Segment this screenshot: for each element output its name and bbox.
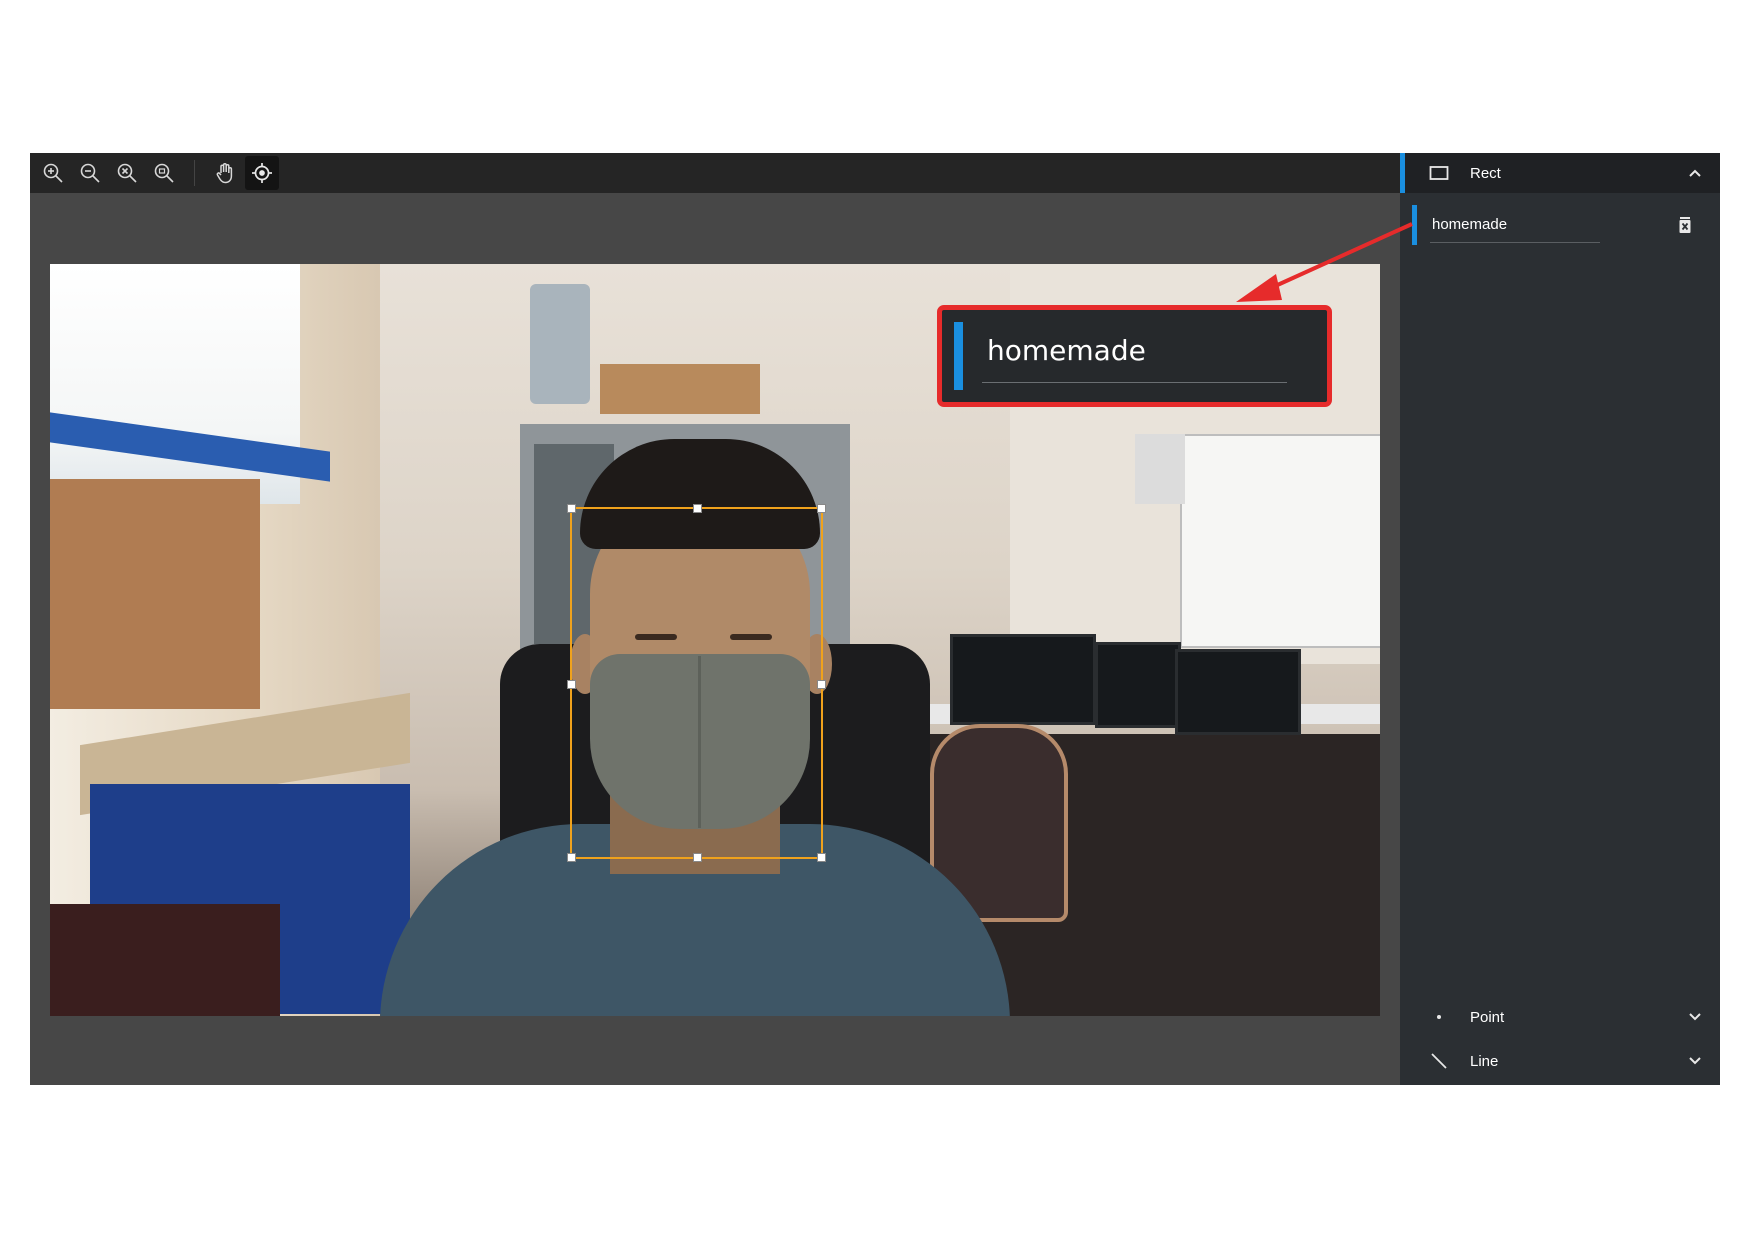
scene-boxes — [600, 364, 760, 414]
crosshair-icon — [252, 163, 272, 183]
delete-icon[interactable] — [1674, 214, 1696, 236]
section-point[interactable]: Point — [1400, 997, 1720, 1037]
zoom-in-button[interactable] — [36, 156, 70, 190]
resize-handle[interactable] — [693, 853, 702, 862]
chevron-down-icon[interactable] — [1686, 1052, 1704, 1070]
scene-tank — [530, 284, 590, 404]
scene-monitor — [1095, 642, 1181, 728]
zoom-out-icon — [80, 163, 100, 183]
chevron-down-icon[interactable] — [1686, 1008, 1704, 1026]
callout-label: homemade — [987, 334, 1146, 367]
scene-monitor — [950, 634, 1096, 725]
chevron-up-icon[interactable] — [1686, 164, 1704, 182]
resize-handle[interactable] — [817, 853, 826, 862]
resize-handle[interactable] — [567, 680, 576, 689]
zoom-fit-icon — [117, 163, 137, 183]
crosshair-button[interactable] — [245, 156, 279, 190]
point-icon — [1428, 1006, 1450, 1028]
rect-section-header[interactable]: Rect — [1400, 153, 1720, 193]
section-label: Line — [1470, 1052, 1499, 1070]
scene-poster — [1135, 434, 1185, 504]
resize-handle[interactable] — [817, 504, 826, 513]
zoom-reset-icon — [154, 163, 174, 183]
label-accent — [1412, 205, 1417, 245]
resize-handle[interactable] — [567, 853, 576, 862]
callout-underline — [982, 382, 1287, 383]
hand-icon — [216, 163, 233, 184]
annotation-app: Rect homemade Point Line — [30, 153, 1720, 1085]
scene-whiteboard — [1180, 434, 1380, 648]
section-label: Rect — [1470, 164, 1501, 182]
zoom-out-button[interactable] — [73, 156, 107, 190]
section-line[interactable]: Line — [1400, 1041, 1720, 1081]
label-item[interactable]: homemade — [1412, 205, 1702, 245]
scene-pegboard — [50, 479, 260, 709]
bounding-box-homemade[interactable] — [567, 504, 826, 862]
zoom-fit-button[interactable] — [110, 156, 144, 190]
zoom-reset-button[interactable] — [147, 156, 181, 190]
label-name[interactable]: homemade — [1432, 216, 1507, 233]
resize-handle[interactable] — [693, 504, 702, 513]
zoom-in-icon — [43, 163, 63, 183]
toolbar — [30, 153, 1400, 193]
label-underline — [1430, 242, 1600, 243]
label-sidebar: Rect homemade Point Line — [1400, 153, 1720, 1085]
pan-button[interactable] — [208, 156, 242, 190]
callout-accent — [954, 322, 963, 390]
section-rect[interactable]: Rect — [1400, 153, 1720, 193]
resize-handle[interactable] — [567, 504, 576, 513]
scene-table — [50, 904, 280, 1016]
zoomed-label-callout: homemade — [937, 305, 1332, 407]
line-icon — [1428, 1050, 1450, 1072]
section-label: Point — [1470, 1008, 1505, 1026]
resize-handle[interactable] — [817, 680, 826, 689]
rectangle-icon — [1428, 162, 1450, 184]
scene-monitor — [1175, 649, 1301, 735]
toolbar-divider — [194, 160, 195, 186]
